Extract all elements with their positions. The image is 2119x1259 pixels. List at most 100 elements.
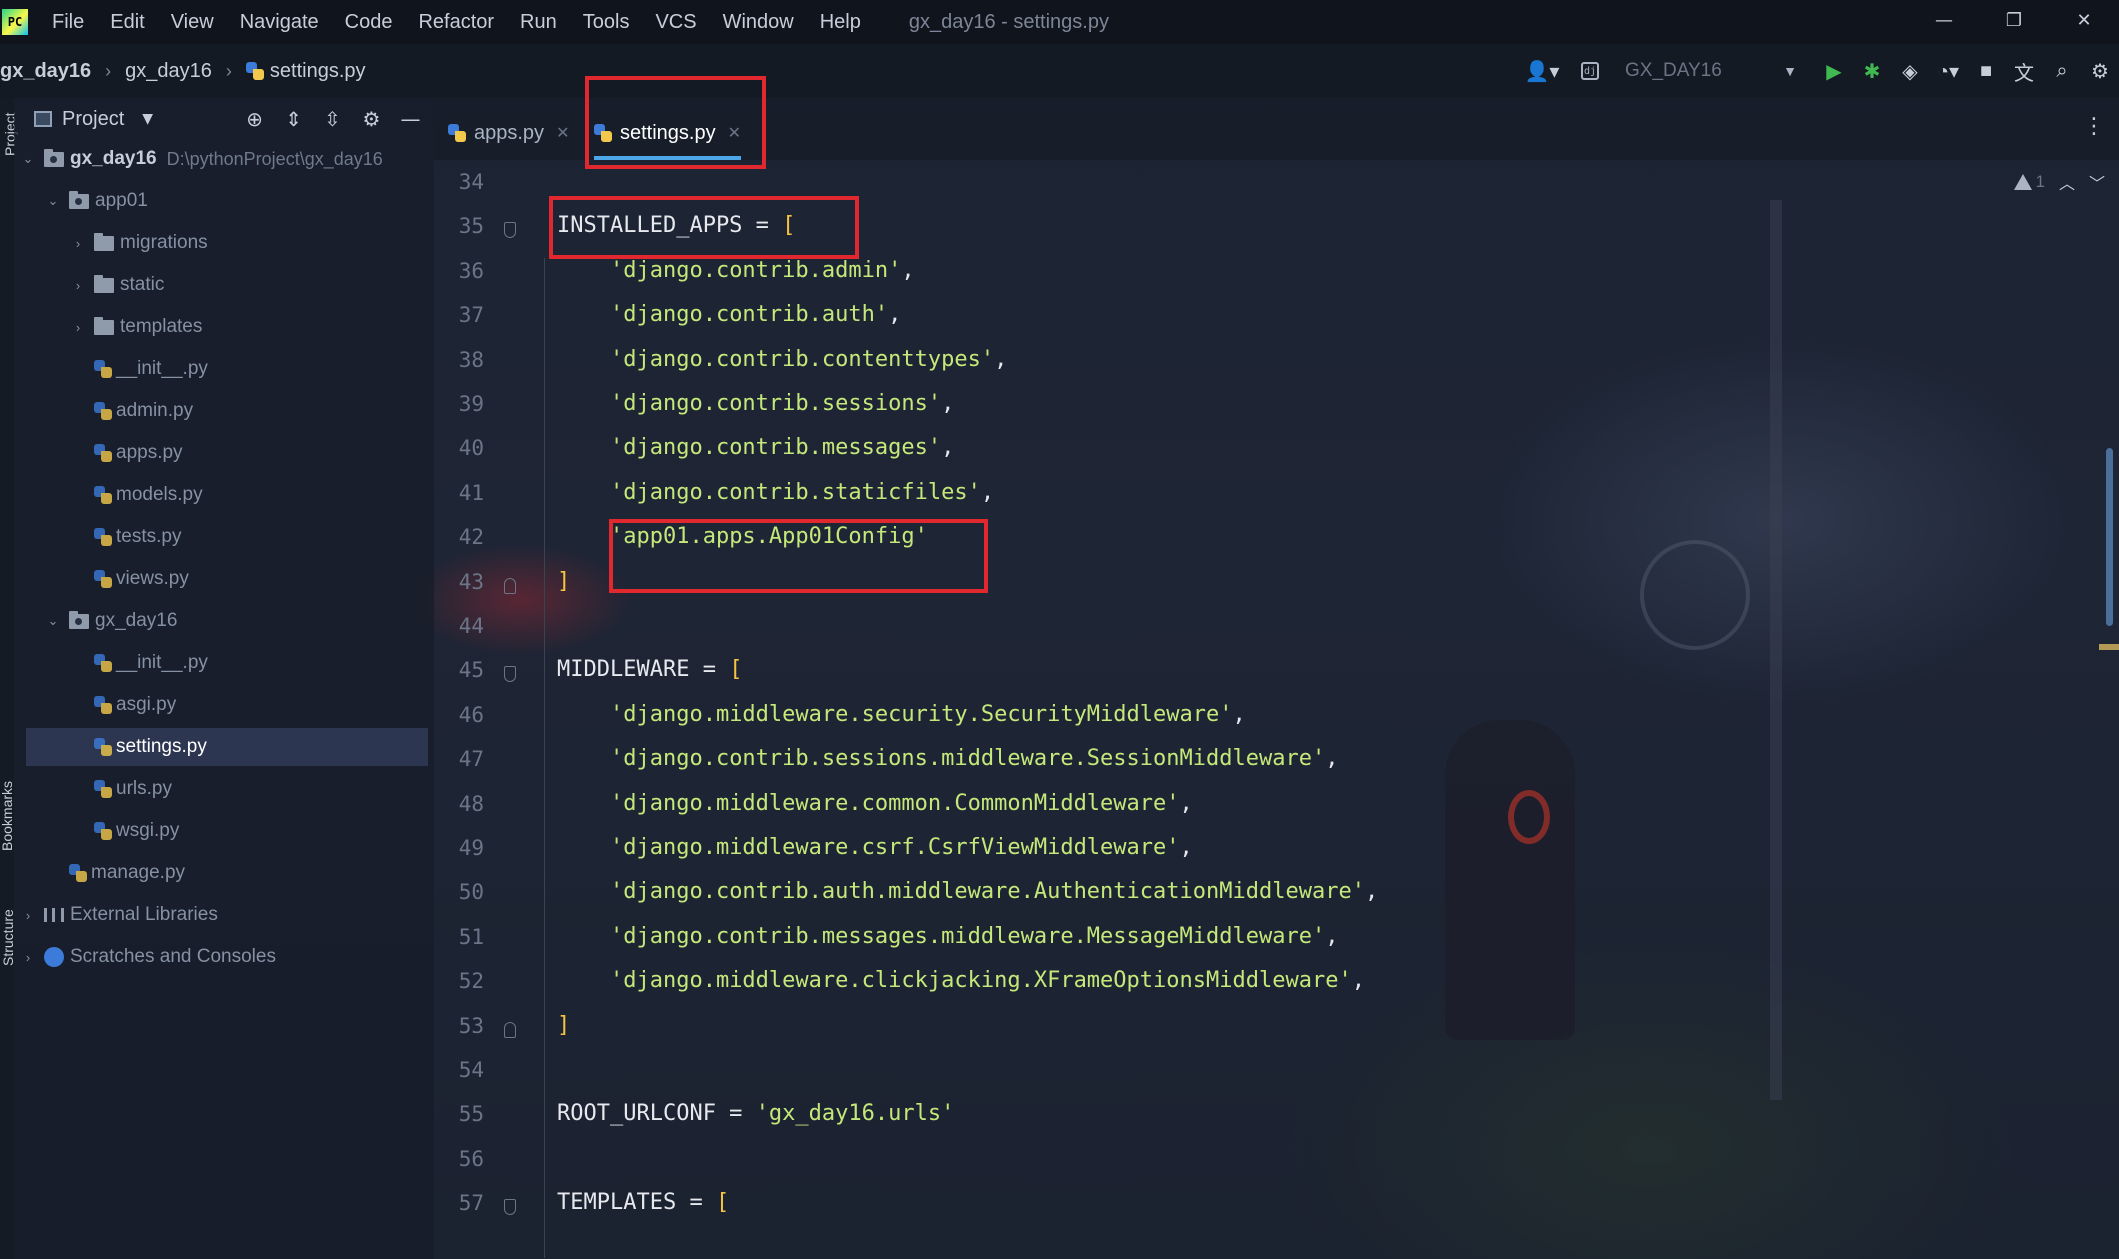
breadcrumb-file[interactable]: settings.py bbox=[270, 60, 366, 83]
project-panel-tools: ⊕ ⇕ ⇳ ⚙ — bbox=[235, 98, 430, 140]
profile-icon[interactable]: ◔▾ bbox=[1929, 59, 1967, 84]
menu-run[interactable]: Run bbox=[520, 11, 557, 34]
code-area[interactable]: INSTALLED_APPS = [ 'django.contrib.admin… bbox=[557, 160, 2057, 1259]
tree-item-label: apps.py bbox=[116, 442, 183, 463]
tree-item[interactable]: views.py bbox=[14, 560, 428, 598]
line-number: 40 bbox=[458, 436, 484, 461]
line-number: 51 bbox=[458, 924, 484, 949]
tab-apps-py[interactable]: apps.py ✕ bbox=[448, 108, 569, 158]
run-configuration-select[interactable]: dj GX_DAY16 ▼ bbox=[1571, 54, 1801, 88]
scrollbar-marker[interactable] bbox=[2099, 644, 2119, 650]
python-file-icon bbox=[94, 570, 112, 588]
run-icon[interactable]: ▶ bbox=[1815, 59, 1853, 84]
hide-icon[interactable]: — bbox=[391, 107, 430, 131]
tree-item-label: views.py bbox=[116, 568, 189, 589]
collapse-all-icon[interactable]: ⇳ bbox=[313, 107, 352, 131]
tree-item[interactable]: ⌄ gx_day16 bbox=[14, 602, 428, 640]
tree-item[interactable]: wsgi.py bbox=[14, 812, 428, 850]
expand-all-icon[interactable]: ⇕ bbox=[274, 107, 313, 131]
code-line: ] bbox=[557, 1012, 571, 1038]
tree-item-label: app01 bbox=[95, 190, 148, 211]
coverage-icon[interactable]: ◈ bbox=[1891, 59, 1929, 84]
menu-view[interactable]: View bbox=[171, 11, 214, 34]
menu-navigate[interactable]: Navigate bbox=[240, 11, 319, 34]
tree-item[interactable]: tests.py bbox=[14, 518, 428, 556]
fold-icon[interactable] bbox=[504, 1199, 516, 1216]
menu-tools[interactable]: Tools bbox=[583, 11, 630, 34]
minimize-button[interactable]: — bbox=[1909, 10, 1979, 31]
tree-item[interactable]: › migrations bbox=[14, 224, 428, 262]
restore-button[interactable]: ❐ bbox=[1979, 10, 2049, 31]
menu-code[interactable]: Code bbox=[345, 11, 393, 34]
fold-icon[interactable] bbox=[504, 222, 516, 239]
tree-item[interactable]: manage.py bbox=[14, 854, 428, 892]
breadcrumb-project[interactable]: gx_day16 bbox=[0, 60, 91, 83]
tree-item[interactable]: admin.py bbox=[14, 392, 428, 430]
tree-item-label: __init__.py bbox=[116, 358, 208, 379]
chevron-right-icon[interactable]: › bbox=[20, 950, 36, 965]
line-number: 54 bbox=[458, 1058, 484, 1082]
menu-window[interactable]: Window bbox=[723, 11, 794, 34]
chevron-down-icon[interactable]: ⌄ bbox=[20, 151, 36, 167]
stop-icon[interactable]: ■ bbox=[1967, 60, 2005, 83]
menu-refactor[interactable]: Refactor bbox=[418, 11, 494, 34]
tree-item[interactable]: models.py bbox=[14, 476, 428, 514]
breadcrumb-package[interactable]: gx_day16 bbox=[125, 60, 212, 83]
search-icon[interactable]: ⌕ bbox=[2043, 60, 2081, 83]
tree-item[interactable]: urls.py bbox=[14, 770, 428, 808]
tree-item[interactable]: settings.py bbox=[26, 728, 428, 766]
folder-icon bbox=[69, 190, 89, 209]
tree-item[interactable]: ⌄ gx_day16 D:\pythonProject\gx_day16 bbox=[14, 140, 428, 178]
gear-icon[interactable]: ⚙ bbox=[2081, 59, 2119, 84]
user-icon[interactable]: 👤▾ bbox=[1523, 59, 1561, 84]
vertical-scrollbar[interactable] bbox=[2106, 448, 2113, 626]
fold-icon[interactable] bbox=[504, 666, 516, 683]
fold-icon[interactable] bbox=[504, 1021, 516, 1038]
project-panel: Project ▼ ⊕ ⇕ ⇳ ⚙ — ⌄ gx_day16 D:\pythonPr… bbox=[14, 98, 434, 1259]
debug-icon[interactable]: ✱ bbox=[1853, 59, 1891, 84]
menu-vcs[interactable]: VCS bbox=[655, 11, 696, 34]
pycharm-logo-icon[interactable]: PC bbox=[2, 9, 28, 35]
close-button[interactable]: ✕ bbox=[2049, 10, 2119, 31]
tree-item[interactable]: › Scratches and Consoles bbox=[14, 938, 428, 976]
line-number: 47 bbox=[458, 747, 484, 772]
chevron-right-icon[interactable]: › bbox=[70, 320, 86, 335]
bookmarks-tool-button[interactable]: Bookmarks bbox=[0, 761, 15, 851]
chevron-down-icon[interactable]: ⌄ bbox=[45, 193, 61, 209]
more-options-icon[interactable]: ⋮ bbox=[2083, 114, 2105, 139]
locate-icon[interactable]: ⊕ bbox=[235, 107, 274, 131]
chevron-right-icon[interactable]: › bbox=[20, 908, 36, 923]
tree-item[interactable]: ⌄ app01 bbox=[14, 182, 428, 220]
tree-item-label: settings.py bbox=[116, 736, 207, 757]
tree-item[interactable]: › External Libraries bbox=[14, 896, 428, 934]
fold-icon[interactable] bbox=[504, 577, 516, 594]
menu-file[interactable]: File bbox=[52, 11, 84, 34]
tree-item[interactable]: __init__.py bbox=[14, 644, 428, 682]
translate-icon[interactable]: 文 bbox=[2005, 57, 2043, 86]
menu-help[interactable]: Help bbox=[820, 11, 861, 34]
project-panel-title[interactable]: Project bbox=[62, 108, 124, 131]
chevron-right-icon[interactable]: › bbox=[70, 278, 86, 293]
chevron-down-icon[interactable]: ﹀ bbox=[2089, 170, 2105, 194]
line-number: 41 bbox=[458, 480, 484, 505]
line-number: 46 bbox=[458, 702, 484, 727]
gear-icon[interactable]: ⚙ bbox=[352, 107, 391, 131]
tree-item[interactable]: apps.py bbox=[14, 434, 428, 472]
line-number: 36 bbox=[458, 258, 484, 283]
scratches-icon bbox=[44, 947, 64, 967]
tree-item[interactable]: › templates bbox=[14, 308, 428, 346]
menu-edit[interactable]: Edit bbox=[110, 11, 144, 34]
code-line: 'django.contrib.auth.middleware.Authenti… bbox=[609, 879, 1379, 905]
line-number: 44 bbox=[458, 614, 484, 638]
chevron-down-icon[interactable]: ▼ bbox=[142, 111, 153, 127]
tree-item[interactable]: asgi.py bbox=[14, 686, 428, 724]
python-file-icon bbox=[94, 444, 112, 462]
chevron-right-icon[interactable]: › bbox=[70, 236, 86, 251]
chevron-up-icon[interactable]: ︿ bbox=[2059, 170, 2075, 194]
chevron-down-icon[interactable]: ⌄ bbox=[45, 613, 61, 629]
tree-item[interactable]: __init__.py bbox=[14, 350, 428, 388]
tab-label: apps.py bbox=[474, 121, 545, 144]
tree-item[interactable]: › static bbox=[14, 266, 428, 304]
close-icon[interactable]: ✕ bbox=[556, 123, 569, 143]
project-panel-header: Project ▼ ⊕ ⇕ ⇳ ⚙ — bbox=[14, 98, 434, 140]
